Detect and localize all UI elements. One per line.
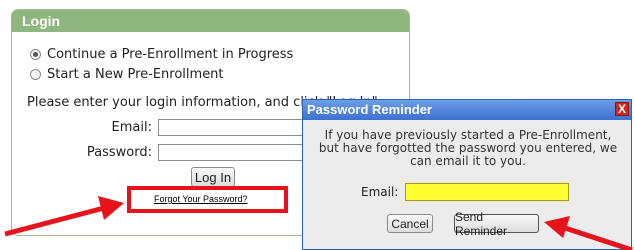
password-label: Password: (86, 145, 152, 160)
dialog-message: If you have previously started a Pre-Enr… (303, 129, 633, 168)
login-header: Login (12, 10, 409, 32)
email-label: Email: (111, 120, 152, 135)
radio-start-new-label: Start a New Pre-Enrollment (47, 67, 224, 82)
close-icon[interactable]: X (615, 102, 629, 116)
radio-start-new[interactable]: Start a New Pre-Enrollment (30, 67, 224, 82)
dialog-email-label: Email: (361, 185, 399, 199)
dialog-message-line: can email it to you. (410, 154, 526, 168)
radio-button[interactable] (30, 69, 41, 80)
cancel-button[interactable]: Cancel (387, 214, 433, 233)
dialog-email-input[interactable] (405, 183, 569, 201)
log-in-button[interactable]: Log In (191, 167, 235, 187)
radio-continue-label: Continue a Pre-Enrollment in Progress (47, 47, 294, 62)
radio-continue[interactable]: Continue a Pre-Enrollment in Progress (30, 47, 293, 62)
forgot-password-link[interactable]: Forgot Your Password? (154, 194, 248, 204)
dialog-title-bar: Password Reminder X (303, 100, 631, 120)
dialog-title: Password Reminder (307, 102, 432, 117)
password-reminder-dialog: Password Reminder X If you have previous… (302, 99, 632, 250)
send-reminder-button[interactable]: Send Reminder (454, 210, 539, 238)
radio-button-checked[interactable] (30, 49, 41, 60)
